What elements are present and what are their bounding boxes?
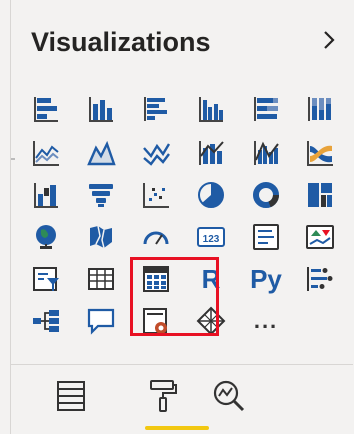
gauge-icon[interactable]	[139, 220, 173, 254]
chevron-right-icon[interactable]	[315, 26, 343, 54]
more-visuals-icon[interactable]: ...	[249, 304, 283, 338]
bottom-tabs	[31, 368, 291, 434]
100-stacked-column-chart-icon[interactable]	[303, 92, 337, 126]
multi-row-card-icon[interactable]	[249, 220, 283, 254]
clustered-column-chart-icon[interactable]	[194, 92, 228, 126]
donut-chart-icon[interactable]	[249, 178, 283, 212]
map-icon[interactable]	[29, 220, 63, 254]
pane-title: Visualizations	[31, 27, 211, 57]
decomposition-tree-icon[interactable]	[29, 304, 63, 338]
slicer-icon[interactable]	[29, 262, 63, 296]
stacked-bar-chart-icon[interactable]	[29, 92, 63, 126]
key-influencers-icon[interactable]	[303, 262, 337, 296]
active-tab-indicator	[145, 426, 209, 430]
qa-icon[interactable]	[84, 304, 118, 338]
highlight-box	[130, 257, 219, 336]
format-tab-icon[interactable]	[141, 374, 185, 418]
fields-tab-icon[interactable]	[49, 374, 93, 418]
line-chart-icon[interactable]	[29, 136, 63, 170]
area-chart-icon[interactable]	[84, 136, 118, 170]
filled-map-icon[interactable]	[84, 220, 118, 254]
100-stacked-bar-chart-icon[interactable]	[249, 92, 283, 126]
pie-chart-icon[interactable]	[194, 178, 228, 212]
divider	[11, 364, 353, 365]
line-and-stacked-column-icon[interactable]	[194, 136, 228, 170]
waterfall-chart-icon[interactable]	[29, 178, 63, 212]
funnel-icon[interactable]	[84, 178, 118, 212]
scatter-chart-icon[interactable]	[139, 178, 173, 212]
card-icon-text: 123	[203, 234, 220, 245]
line-and-clustered-column-icon[interactable]	[249, 136, 283, 170]
python-visual-icon[interactable]: Py	[245, 262, 287, 296]
treemap-icon[interactable]	[303, 178, 337, 212]
kpi-icon[interactable]	[303, 220, 337, 254]
card-icon[interactable]: 123	[194, 220, 228, 254]
table-icon[interactable]	[84, 262, 118, 296]
stacked-area-chart-icon[interactable]	[139, 136, 173, 170]
analytics-tab-icon[interactable]	[207, 374, 251, 418]
stacked-column-chart-icon[interactable]	[84, 92, 118, 126]
visualizations-pane: Visualizations 123 R Py ...	[10, 0, 353, 434]
pane-edge-marker	[11, 158, 15, 160]
pane-header: Visualizations	[23, 20, 338, 70]
clustered-bar-chart-icon[interactable]	[139, 92, 173, 126]
ribbon-chart-icon[interactable]	[303, 136, 337, 170]
